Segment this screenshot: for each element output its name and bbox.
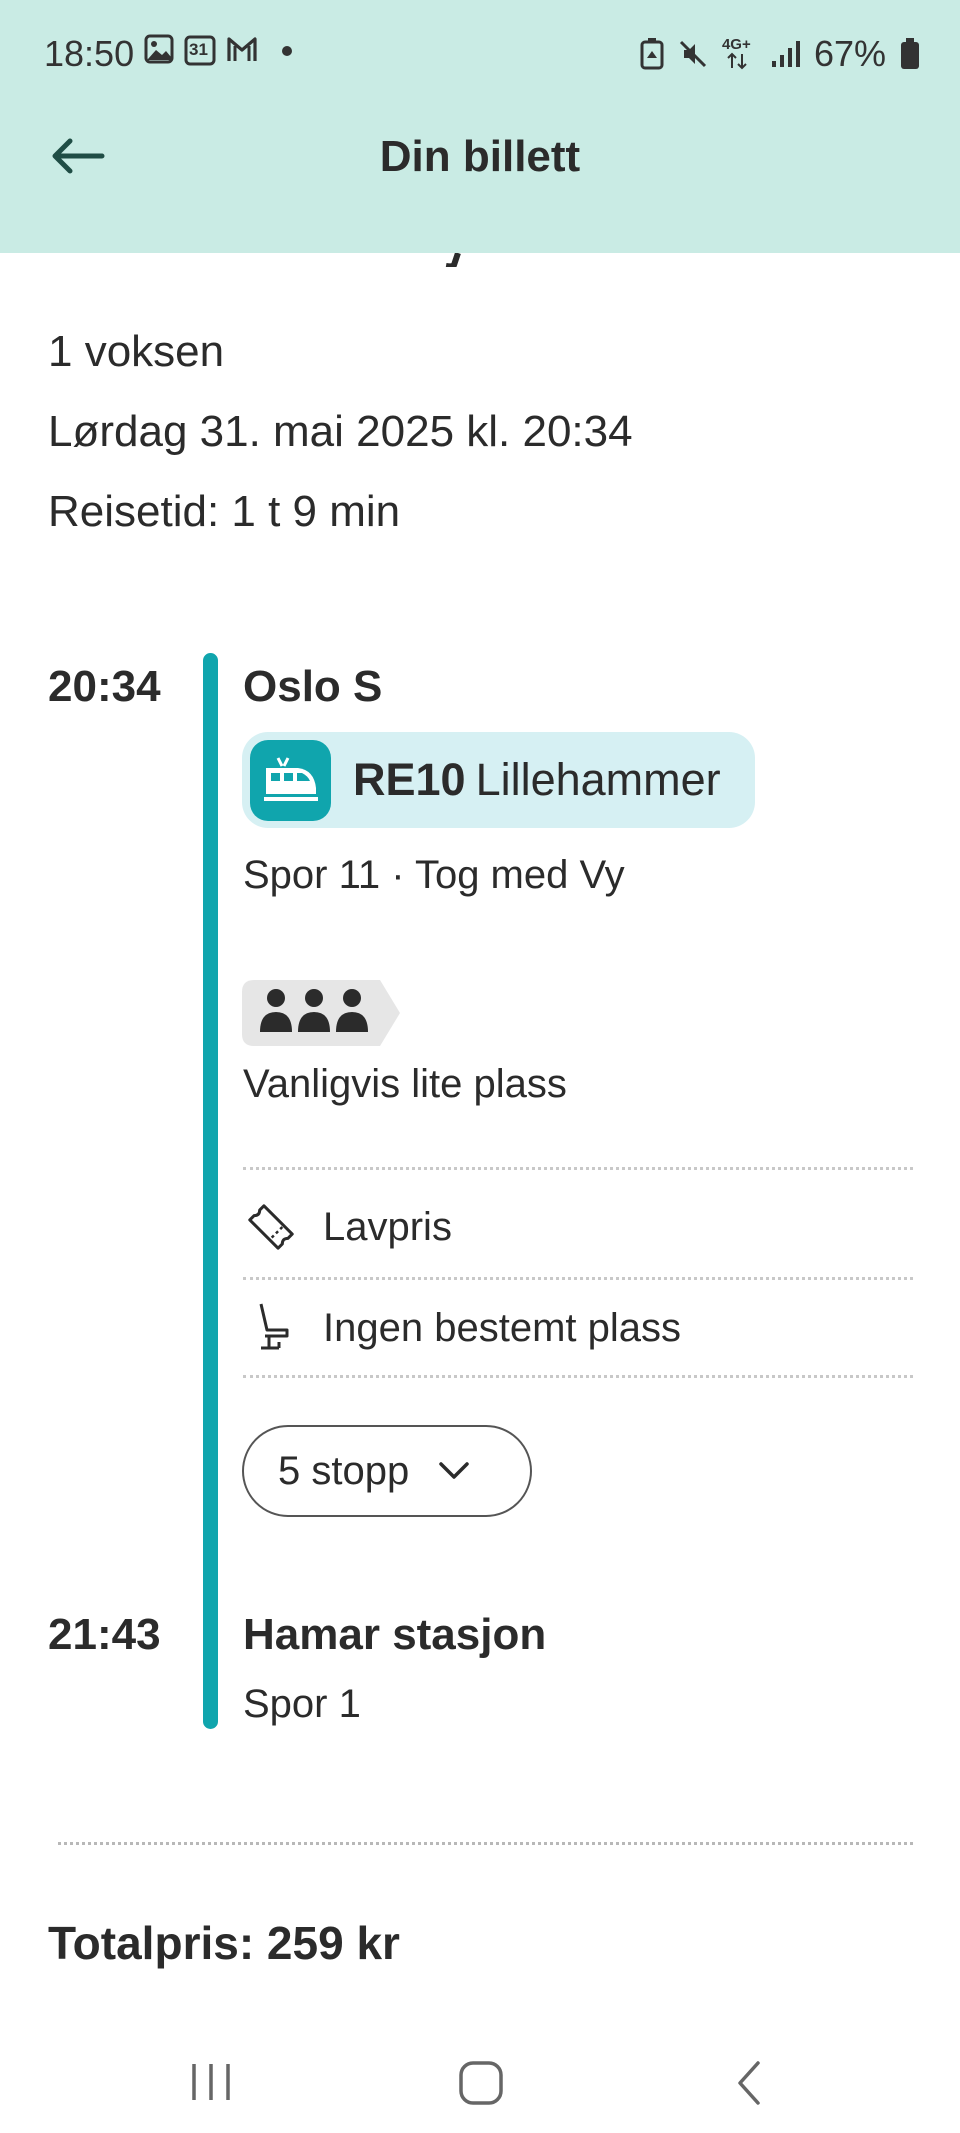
battery-icon — [901, 38, 919, 69]
home-icon[interactable] — [458, 2060, 504, 2106]
data-arrows-icon — [727, 52, 747, 70]
notification-dot-icon — [282, 46, 292, 56]
status-bar: 18:50 31 4G+ 67% — [0, 0, 960, 110]
divider — [243, 1375, 913, 1378]
seat-label: Ingen bestemt plass — [323, 1305, 681, 1350]
train-line-badge: RE10 Lillehammer — [242, 732, 755, 828]
track-info: Spor 11 · Tog med Vy — [243, 853, 625, 897]
departure-date: Lørdag 31. mai 2025 kl. 20:34 — [48, 407, 633, 456]
total-price: Totalpris: 259 kr — [48, 1917, 400, 1969]
status-time: 18:50 — [44, 33, 135, 74]
status-right: 4G+ 67% — [640, 33, 920, 75]
stops-toggle-button[interactable]: 5 stopp — [242, 1425, 532, 1517]
system-nav-bar — [0, 2020, 960, 2133]
travel-time: Reisetid: 1 t 9 min — [48, 487, 401, 536]
fare-row: Lavpris — [243, 1200, 452, 1254]
departure-station: Oslo S — [243, 662, 383, 711]
system-back-icon[interactable] — [734, 2060, 764, 2106]
departure-time: 20:34 — [48, 662, 161, 711]
calendar-day: 31 — [189, 40, 208, 59]
gallery-icon — [144, 34, 174, 64]
chevron-down-icon — [439, 1462, 469, 1479]
fare-label: Lavpris — [323, 1204, 452, 1249]
train-icon — [263, 757, 318, 801]
app-header: 18:50 31 4G+ 67% Din billett — [0, 0, 960, 253]
passenger-count: 1 voksen — [48, 327, 225, 376]
stops-label: 5 stopp — [278, 1448, 410, 1493]
crowding-badge — [242, 980, 400, 1046]
network-indicator: 4G+ — [721, 36, 756, 70]
divider — [243, 1277, 913, 1280]
price-divider — [58, 1842, 913, 1845]
ticket-icon — [248, 1204, 294, 1250]
scrolled-text-remnant — [430, 253, 470, 267]
people-icon — [242, 980, 400, 1046]
arrival-time: 21:43 — [48, 1610, 161, 1659]
network-type: 4G+ — [721, 36, 751, 53]
journey-timeline — [203, 653, 218, 1729]
page-title: Din billett — [379, 132, 581, 181]
divider — [243, 1167, 913, 1170]
train-line: RE10 — [353, 754, 466, 805]
arrival-track: Spor 1 — [243, 1682, 361, 1726]
mute-icon — [679, 40, 706, 68]
train-icon-box — [250, 739, 331, 821]
gmail-icon — [227, 37, 257, 61]
seat-icon — [259, 1303, 289, 1350]
signal-icon — [771, 41, 800, 67]
seat-row: Ingen bestemt plass — [243, 1300, 681, 1356]
calendar-icon: 31 — [184, 34, 216, 66]
battery-percent: 67% — [813, 33, 886, 74]
train-destination: Lillehammer — [475, 754, 721, 805]
recent-apps-icon[interactable] — [188, 2060, 234, 2104]
battery-saver-icon — [640, 38, 664, 70]
crowding-label: Vanligvis lite plass — [243, 1062, 567, 1106]
arrival-station: Hamar stasjon — [243, 1610, 547, 1659]
